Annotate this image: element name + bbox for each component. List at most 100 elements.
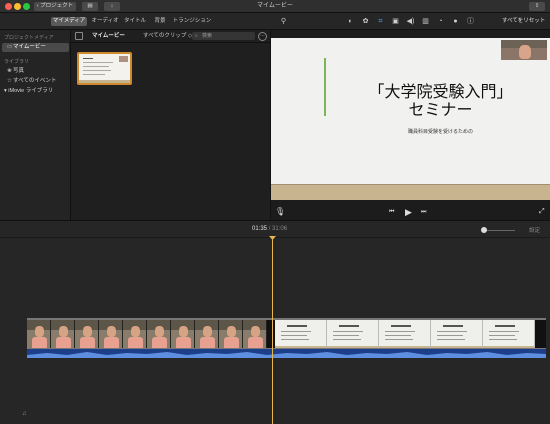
top-toolbar: マイメディア オーディオ タイトル 背景 トランジション ⚲ ◐ ✿ ⌗ ▣ ◀… xyxy=(0,13,550,30)
tab-audio[interactable]: オーディオ xyxy=(90,17,120,26)
microphone-icon[interactable]: 🎙 xyxy=(275,208,285,216)
slide-floor xyxy=(271,185,550,200)
media-clip-thumbnail[interactable] xyxy=(77,52,132,85)
slide-accent-bar xyxy=(324,58,326,116)
skip-forward-icon[interactable]: ⏭ xyxy=(421,208,426,216)
browser-toolbar: マイムービー すべてのクリップ ◇ ⌕ 検索 ⋯ xyxy=(71,30,271,43)
sidebar-item-imovie-library[interactable]: ▾ iMovie ライブラリ xyxy=(0,87,67,96)
play-icon[interactable]: ▶ xyxy=(405,208,412,217)
skip-back-icon[interactable]: ⏮ xyxy=(389,208,394,216)
total-time: 31:06 xyxy=(272,226,288,232)
timeline-header: 01:35 / 31:06 設定 xyxy=(0,221,550,238)
timecode: 01:35 / 31:06 xyxy=(252,226,288,232)
clip-frame xyxy=(327,320,379,348)
clip-filter-dropdown[interactable]: すべてのクリップ ◇ xyxy=(143,32,192,41)
clip-frame xyxy=(27,320,51,348)
settings-icon[interactable]: ⋯ xyxy=(258,32,267,41)
sidebar-toggle-icon[interactable] xyxy=(75,32,83,40)
tab-backgrounds[interactable]: 背景 xyxy=(150,17,170,26)
viewer-frame: 「大学院受験入門」 セミナー 職員科目受験を受けるための xyxy=(271,38,550,200)
thumbnail-heading xyxy=(83,58,93,59)
down-arrow-icon: ↓ xyxy=(110,3,114,9)
thumbnail-floor xyxy=(79,80,130,83)
audio-waveform[interactable] xyxy=(27,349,546,358)
magic-wand-icon[interactable]: ⚲ xyxy=(279,17,288,26)
clip-frame xyxy=(75,320,99,348)
clip-frame xyxy=(171,320,195,348)
zoom-window-button[interactable] xyxy=(23,3,30,10)
clip-frame xyxy=(219,320,243,348)
import-media-button[interactable]: ↓ xyxy=(104,2,120,11)
speed-icon[interactable]: ◔ xyxy=(436,17,445,26)
clip-frame xyxy=(147,320,171,348)
noise-reduction-icon[interactable]: ▥ xyxy=(421,17,430,26)
clip-frame xyxy=(195,320,219,348)
media-browser-button[interactable]: ▤ xyxy=(82,2,98,11)
clip-frame xyxy=(431,320,483,348)
sidebar-item-my-movie[interactable]: ▭マイムービー xyxy=(2,43,69,52)
search-placeholder: 検索 xyxy=(202,33,213,39)
share-button[interactable]: ⇪ xyxy=(529,2,545,11)
clapper-icon: ▭ xyxy=(6,44,13,50)
viewer: 「大学院受験入門」 セミナー 職員科目受験を受けるための 🎙 ⏮ ▶ ⏭ ⤢ xyxy=(271,30,550,220)
thumbnail-presenter-image xyxy=(119,56,128,62)
sidebar-item-photos[interactable]: ❀写真 xyxy=(2,67,69,76)
minimize-window-button[interactable] xyxy=(14,3,21,10)
sidebar-item-label: マイムービー xyxy=(13,44,46,50)
browser-title: マイムービー xyxy=(92,33,125,39)
audio-meter-icon: ♫ xyxy=(22,411,27,417)
film-icon: ▤ xyxy=(87,3,93,9)
clip-frame xyxy=(379,320,431,348)
title-bar: ‹ プロジェクト ▤ ↓ マイムービー ⇪ xyxy=(0,0,550,13)
picture-in-picture-presenter xyxy=(501,40,547,60)
sidebar-item-all-events[interactable]: ☆すべてのイベント xyxy=(2,77,69,86)
share-icon: ⇪ xyxy=(534,3,540,9)
project-media-header: プロジェクトメディア xyxy=(4,35,54,41)
zoom-slider-knob[interactable] xyxy=(481,227,487,233)
projects-back-button[interactable]: ‹ プロジェクト xyxy=(34,2,76,11)
clip-frame xyxy=(51,320,75,348)
slide-title-line-2: セミナー xyxy=(408,100,473,119)
thumbnail-line xyxy=(83,66,109,67)
libraries-header: ライブラリ xyxy=(4,59,30,65)
thumbnail-line xyxy=(83,70,111,71)
media-browser: マイムービー すべてのクリップ ◇ ⌕ 検索 ⋯ xyxy=(71,30,271,220)
tab-titles[interactable]: タイトル xyxy=(122,17,148,26)
color-balance-icon[interactable]: ◐ xyxy=(346,17,355,26)
timeline-settings-button[interactable]: 設定 xyxy=(529,226,540,234)
library-sidebar: プロジェクトメディア ▭マイムービー ライブラリ ❀写真 ☆すべてのイベント ▾… xyxy=(0,30,71,220)
clip-frame xyxy=(123,320,147,348)
tab-my-media[interactable]: マイメディア xyxy=(51,17,87,26)
close-window-button[interactable] xyxy=(5,3,12,10)
clip-filter-icon[interactable]: ● xyxy=(451,17,460,26)
waveform-graphic xyxy=(27,352,546,358)
clip-frame xyxy=(99,320,123,348)
thumbnail-line xyxy=(83,62,113,63)
thumbnail-line xyxy=(83,74,105,75)
star-icon: ☆ xyxy=(7,78,12,84)
search-icon: ⌕ xyxy=(195,33,198,39)
sidebar-item-label: 写真 xyxy=(13,68,25,74)
clip-frame xyxy=(275,320,327,348)
clip-frame xyxy=(483,320,535,348)
slide-subtitle: 職員科目受験を受けるための xyxy=(407,129,473,135)
sidebar-item-label: iMovie ライブラリ xyxy=(8,88,54,94)
video-clip[interactable] xyxy=(27,318,546,349)
info-icon[interactable]: ⓘ xyxy=(466,17,475,26)
timeline[interactable]: 01:35 / 31:06 設定 ♫ xyxy=(0,220,550,424)
volume-icon[interactable]: ◀) xyxy=(406,17,415,26)
projects-label: プロジェクト xyxy=(40,3,74,9)
color-correction-icon[interactable]: ✿ xyxy=(361,17,370,26)
crop-icon[interactable]: ⌗ xyxy=(376,17,385,26)
current-time: 01:35 xyxy=(252,226,268,232)
stabilization-icon[interactable]: ▣ xyxy=(391,17,400,26)
search-input[interactable]: ⌕ 検索 xyxy=(192,32,255,40)
fullscreen-icon[interactable]: ⤢ xyxy=(539,208,545,216)
tab-transitions[interactable]: トランジション xyxy=(172,17,212,26)
pip-face xyxy=(519,45,531,59)
playhead[interactable] xyxy=(272,238,273,424)
zoom-slider-track[interactable] xyxy=(485,230,515,231)
sidebar-item-label: すべてのイベント xyxy=(13,78,57,84)
reset-all-button[interactable]: すべてをリセット xyxy=(502,17,545,26)
clip-frame xyxy=(243,320,267,348)
